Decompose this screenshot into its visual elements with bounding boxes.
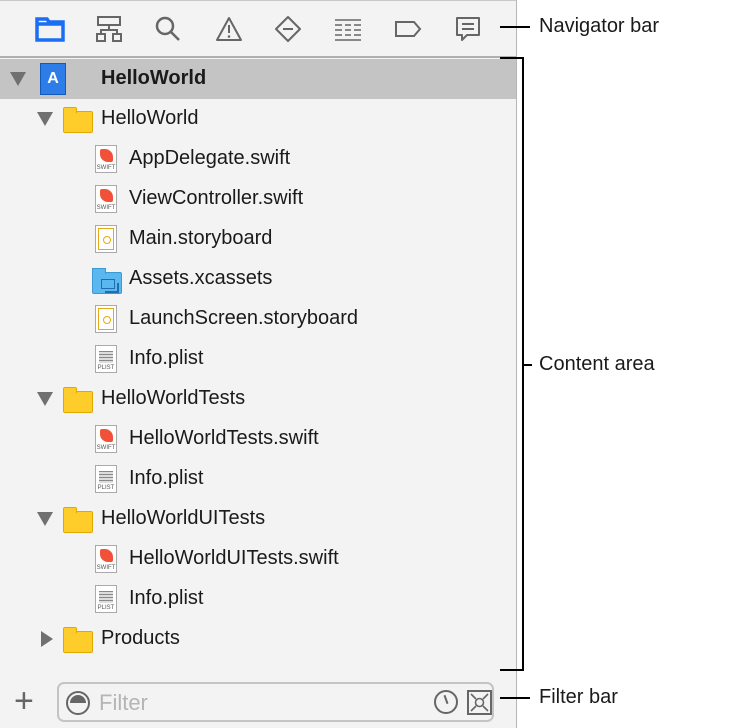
tree-row-label: Info.plist — [129, 467, 204, 489]
search-icon[interactable] — [152, 13, 184, 45]
breakpoint-diamond-icon[interactable] — [272, 13, 304, 45]
content-area-callout-line — [524, 364, 532, 366]
tree-row-storyboard[interactable]: Main.storyboard — [0, 219, 516, 259]
tree-row-folder[interactable]: Products — [0, 619, 516, 659]
folder-icon — [63, 387, 93, 413]
swift-file-icon: SWIFT — [95, 145, 117, 173]
content-area-bracket — [500, 57, 524, 671]
tree-row-swift[interactable]: SWIFT HelloWorldTests.swift — [0, 419, 516, 459]
content-area-annotation: Content area — [539, 353, 655, 375]
disclosure-triangle-expanded-icon[interactable] — [37, 512, 53, 526]
tree-row-swift[interactable]: SWIFT HelloWorldUITests.swift — [0, 539, 516, 579]
tree-row-label: HelloWorldTests.swift — [129, 427, 319, 449]
tree-row-label: HelloWorld — [101, 107, 199, 129]
plist-file-icon: PLIST — [95, 345, 117, 373]
swift-file-icon: SWIFT — [95, 545, 117, 573]
report-list-icon[interactable] — [332, 13, 364, 45]
storyboard-file-icon — [95, 225, 117, 253]
folder-icon — [63, 107, 93, 133]
plist-file-icon: PLIST — [95, 465, 117, 493]
tree-row-label: AppDelegate.swift — [129, 147, 291, 169]
navigator-bar — [0, 1, 516, 58]
disclosure-triangle-expanded-icon[interactable] — [37, 392, 53, 406]
tree-row-label: Assets.xcassets — [129, 267, 273, 289]
scm-status-filter-icon[interactable] — [467, 690, 492, 715]
filter-input[interactable]: Filter — [99, 690, 148, 716]
swift-file-icon: SWIFT — [95, 425, 117, 453]
tree-row-label: ViewController.swift — [129, 187, 304, 209]
swift-file-icon: SWIFT — [95, 185, 117, 213]
tree-row-label: Info.plist — [129, 347, 204, 369]
tree-row-label: Main.storyboard — [129, 227, 273, 249]
filter-bar-callout-line — [500, 697, 530, 699]
tree-row-label: HelloWorldUITests — [101, 507, 266, 529]
tree-row-label: Info.plist — [129, 587, 204, 609]
folder-icon — [63, 507, 93, 533]
tree-row-folder[interactable]: HelloWorld — [0, 99, 516, 139]
plist-file-icon: PLIST — [95, 585, 117, 613]
storyboard-file-icon — [95, 305, 117, 333]
project-navigator-folder-icon[interactable] — [34, 13, 66, 45]
filter-bar-annotation: Filter bar — [539, 686, 618, 708]
tree-row-plist[interactable]: PLIST Info.plist — [0, 339, 516, 379]
project-navigator: A HelloWorld HelloWorld SWIFT AppDelegate.sw… — [0, 0, 517, 728]
tree-row-project[interactable]: A HelloWorld — [0, 59, 516, 99]
disclosure-triangle-expanded-icon[interactable] — [37, 112, 53, 126]
disclosure-triangle-expanded-icon[interactable] — [10, 72, 26, 86]
tree-row-label: LaunchScreen.storyboard — [129, 307, 359, 329]
tree-row-swift[interactable]: SWIFT AppDelegate.swift — [0, 139, 516, 179]
add-button[interactable]: + — [14, 683, 34, 719]
navigator-bar-annotation: Navigator bar — [539, 15, 660, 37]
asset-catalog-icon — [92, 268, 122, 294]
tree-row-label: HelloWorld — [101, 67, 207, 89]
recent-files-clock-icon[interactable] — [434, 690, 458, 714]
tree-row-label: Products — [101, 627, 180, 649]
tree-row-label: HelloWorldUITests.swift — [129, 547, 339, 569]
tree-row-swift[interactable]: SWIFT ViewController.swift — [0, 179, 516, 219]
tree-row-folder[interactable]: HelloWorldTests — [0, 379, 516, 419]
filter-scope-icon[interactable] — [66, 691, 90, 715]
tag-icon[interactable] — [392, 13, 424, 45]
tree-row-folder[interactable]: HelloWorldUITests — [0, 499, 516, 539]
tree-row-assets[interactable]: Assets.xcassets — [0, 259, 516, 299]
tree-row-label: HelloWorldTests — [101, 387, 246, 409]
warning-icon[interactable] — [213, 13, 245, 45]
comment-icon[interactable] — [452, 13, 484, 45]
xcode-project-icon: A — [40, 63, 66, 95]
tree-row-plist[interactable]: PLIST Info.plist — [0, 459, 516, 499]
tree-row-plist[interactable]: PLIST Info.plist — [0, 579, 516, 619]
navigator-bar-callout-line — [500, 26, 530, 28]
disclosure-triangle-collapsed-icon[interactable] — [41, 631, 53, 647]
tree-row-storyboard[interactable]: LaunchScreen.storyboard — [0, 299, 516, 339]
hierarchy-icon[interactable] — [93, 13, 125, 45]
folder-icon — [63, 627, 93, 653]
filter-field[interactable]: Filter — [57, 682, 494, 722]
